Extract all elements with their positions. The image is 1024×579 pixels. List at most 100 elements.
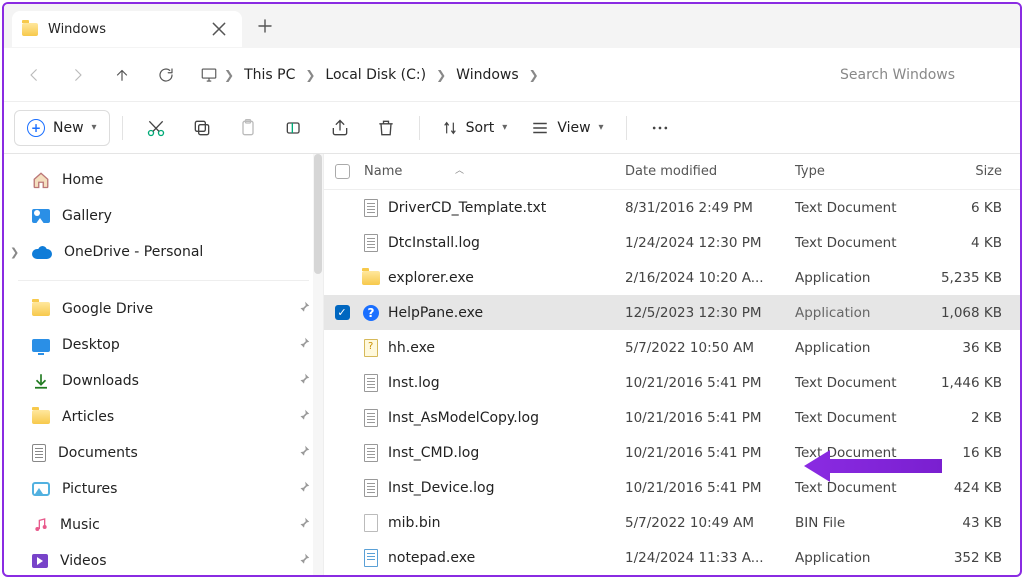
chevron-right-icon[interactable]: ❯ bbox=[218, 68, 240, 82]
music-icon bbox=[32, 517, 48, 533]
file-row[interactable]: DtcInstall.log1/24/2024 12:30 PMText Doc… bbox=[324, 225, 1020, 260]
sidebar-label: OneDrive - Personal bbox=[64, 244, 203, 260]
file-row[interactable]: ✓?HelpPane.exe12/5/2023 12:30 PMApplicat… bbox=[324, 295, 1020, 330]
column-header-type[interactable]: Type bbox=[795, 164, 930, 179]
file-row[interactable]: Inst.log10/21/2016 5:41 PMText Document1… bbox=[324, 365, 1020, 400]
chevron-right-icon[interactable]: ❯ bbox=[430, 68, 452, 82]
title-bar: Windows bbox=[4, 4, 1020, 48]
file-size: 5,235 KB bbox=[930, 270, 1020, 286]
file-date: 8/31/2016 2:49 PM bbox=[625, 200, 795, 216]
forward-button[interactable] bbox=[58, 55, 98, 95]
sidebar-item-documents[interactable]: Documents bbox=[4, 435, 323, 471]
file-row[interactable]: hh.exe5/7/2022 10:50 AMApplication36 KB bbox=[324, 330, 1020, 365]
text-file-icon bbox=[364, 409, 378, 427]
breadcrumb[interactable]: ❯ This PC ❯ Local Disk (C:) ❯ Windows ❯ bbox=[190, 63, 826, 87]
file-type: Application bbox=[795, 305, 930, 321]
desktop-icon bbox=[32, 339, 50, 352]
sidebar-item-home[interactable]: Home bbox=[4, 162, 323, 198]
breadcrumb-folder[interactable]: Windows bbox=[452, 63, 523, 87]
file-row[interactable]: DriverCD_Template.txt8/31/2016 2:49 PMTe… bbox=[324, 190, 1020, 225]
sidebar-item-pictures[interactable]: Pictures bbox=[4, 471, 323, 507]
delete-button[interactable] bbox=[365, 108, 407, 148]
file-date: 10/21/2016 5:41 PM bbox=[625, 445, 795, 461]
copy-button[interactable] bbox=[181, 108, 223, 148]
share-button[interactable] bbox=[319, 108, 361, 148]
more-button[interactable] bbox=[639, 108, 681, 148]
file-row[interactable]: notepad.exe1/24/2024 11:33 A...Applicati… bbox=[324, 540, 1020, 575]
column-header-date[interactable]: Date modified bbox=[625, 164, 795, 179]
view-label: View bbox=[557, 120, 590, 136]
pictures-icon bbox=[32, 482, 50, 496]
row-checkbox[interactable]: ✓ bbox=[335, 305, 350, 320]
sidebar-label: Google Drive bbox=[62, 301, 153, 317]
sort-button[interactable]: Sort ▾ bbox=[432, 108, 518, 148]
active-tab[interactable]: Windows bbox=[12, 11, 242, 47]
breadcrumb-this-pc[interactable]: This PC bbox=[240, 63, 299, 87]
command-bar: + New ▾ Sort ▾ View ▾ bbox=[4, 102, 1020, 154]
gallery-icon bbox=[32, 209, 50, 223]
view-button[interactable]: View ▾ bbox=[521, 108, 613, 148]
file-row[interactable]: Inst_AsModelCopy.log10/21/2016 5:41 PMTe… bbox=[324, 400, 1020, 435]
text-file-icon bbox=[364, 234, 378, 252]
file-type: Text Document bbox=[795, 410, 930, 426]
column-headers: Name︿ Date modified Type Size bbox=[324, 154, 1020, 190]
new-tab-button[interactable] bbox=[248, 9, 282, 43]
text-file-icon bbox=[364, 479, 378, 497]
file-name: notepad.exe bbox=[382, 550, 625, 566]
file-name: HelpPane.exe bbox=[382, 305, 625, 321]
chevron-right-icon[interactable]: ❯ bbox=[523, 68, 545, 82]
plus-icon: + bbox=[27, 119, 45, 137]
column-header-name[interactable]: Name︿ bbox=[360, 164, 625, 179]
refresh-button[interactable] bbox=[146, 55, 186, 95]
chevron-right-icon[interactable]: ❯ bbox=[299, 68, 321, 82]
sidebar-scrollbar[interactable] bbox=[313, 154, 323, 575]
file-date: 1/24/2024 11:33 A... bbox=[625, 550, 795, 566]
address-bar-row: ❯ This PC ❯ Local Disk (C:) ❯ Windows ❯ … bbox=[4, 48, 1020, 102]
new-button[interactable]: + New ▾ bbox=[14, 110, 110, 146]
sidebar-item-desktop[interactable]: Desktop bbox=[4, 327, 323, 363]
folder-icon bbox=[22, 23, 38, 36]
new-label: New bbox=[53, 120, 84, 136]
sidebar-label: Gallery bbox=[62, 208, 112, 224]
search-input[interactable]: Search Windows bbox=[830, 57, 1010, 93]
document-icon bbox=[32, 444, 46, 462]
sidebar-item-downloads[interactable]: Downloads bbox=[4, 363, 323, 399]
cut-button[interactable] bbox=[135, 108, 177, 148]
file-row[interactable]: Inst_CMD.log10/21/2016 5:41 PMText Docum… bbox=[324, 435, 1020, 470]
navigation-pane: Home Gallery ❯ OneDrive - Personal Googl… bbox=[4, 154, 324, 575]
rename-button[interactable] bbox=[273, 108, 315, 148]
select-all-checkbox[interactable] bbox=[324, 164, 360, 179]
sidebar-item-music[interactable]: Music bbox=[4, 507, 323, 543]
monitor-icon bbox=[200, 66, 218, 84]
file-row[interactable]: mib.bin5/7/2022 10:49 AMBIN File43 KB bbox=[324, 505, 1020, 540]
sidebar-item-onedrive[interactable]: ❯ OneDrive - Personal bbox=[4, 234, 323, 270]
sidebar-label: Home bbox=[62, 172, 103, 188]
chevron-right-icon[interactable]: ❯ bbox=[10, 246, 19, 259]
sidebar-item-videos[interactable]: Videos bbox=[4, 543, 323, 575]
file-rows: DriverCD_Template.txt8/31/2016 2:49 PMTe… bbox=[324, 190, 1020, 575]
text-file-icon bbox=[364, 374, 378, 392]
up-button[interactable] bbox=[102, 55, 142, 95]
download-icon bbox=[32, 372, 50, 390]
file-name: Inst_AsModelCopy.log bbox=[382, 410, 625, 426]
file-name: Inst.log bbox=[382, 375, 625, 391]
paste-button[interactable] bbox=[227, 108, 269, 148]
file-date: 2/16/2024 10:20 A... bbox=[625, 270, 795, 286]
file-type: Text Document bbox=[795, 235, 930, 251]
folder-icon bbox=[32, 410, 50, 424]
file-date: 10/21/2016 5:41 PM bbox=[625, 480, 795, 496]
breadcrumb-drive[interactable]: Local Disk (C:) bbox=[321, 63, 430, 87]
file-size: 36 KB bbox=[930, 340, 1020, 356]
file-type: Application bbox=[795, 550, 930, 566]
sidebar-item-articles[interactable]: Articles bbox=[4, 399, 323, 435]
file-date: 12/5/2023 12:30 PM bbox=[625, 305, 795, 321]
column-header-size[interactable]: Size bbox=[930, 164, 1020, 179]
file-row[interactable]: explorer.exe2/16/2024 10:20 A...Applicat… bbox=[324, 260, 1020, 295]
sidebar-label: Documents bbox=[58, 445, 138, 461]
sidebar-item-gallery[interactable]: Gallery bbox=[4, 198, 323, 234]
file-row[interactable]: Inst_Device.log10/21/2016 5:41 PMText Do… bbox=[324, 470, 1020, 505]
sidebar-label: Music bbox=[60, 517, 100, 533]
close-tab-button[interactable] bbox=[210, 20, 228, 38]
back-button[interactable] bbox=[14, 55, 54, 95]
sidebar-item-gdrive[interactable]: Google Drive bbox=[4, 291, 323, 327]
